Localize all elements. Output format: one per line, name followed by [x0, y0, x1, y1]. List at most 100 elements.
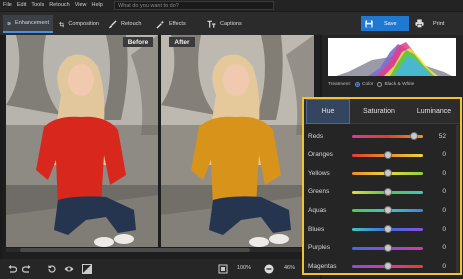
- bottom-bar: 100% 46%: [0, 259, 320, 279]
- menu-edit[interactable]: Edit: [17, 0, 26, 11]
- menu-file[interactable]: File: [3, 0, 12, 11]
- hsl-slider-knob[interactable]: [383, 150, 392, 159]
- rotate-button[interactable]: [47, 264, 57, 274]
- hsl-row-yellows: Yellows 0: [308, 168, 458, 178]
- hsl-row-magentas: Magentas 0: [308, 261, 458, 271]
- eye-icon: [64, 266, 74, 272]
- hsl-row-value: 52: [438, 132, 446, 140]
- hsl-row-value: 0: [442, 262, 446, 270]
- fit-screen-icon: [218, 264, 228, 274]
- brush-icon: [108, 19, 117, 28]
- hsl-slider-knob[interactable]: [383, 225, 392, 233]
- minus-circle-icon: [264, 264, 274, 274]
- fit-to-screen-button[interactable]: [218, 264, 228, 274]
- scale-value: 46%: [284, 265, 296, 271]
- rotate-icon: [48, 265, 56, 273]
- menu-help[interactable]: Help: [92, 0, 103, 11]
- hsl-row-value: 0: [442, 188, 446, 196]
- menu-bar: File Edit Tools Retouch View Help: [0, 0, 463, 11]
- after-photo[interactable]: After: [161, 35, 314, 247]
- text-icon: [207, 20, 216, 28]
- hsl-slider-knob[interactable]: [383, 262, 392, 271]
- horizontal-scrollbar[interactable]: [6, 248, 314, 252]
- menu-retouch[interactable]: Retouch: [49, 0, 70, 11]
- histogram: [328, 38, 456, 76]
- hsl-row-label: Reds: [308, 132, 324, 140]
- save-button[interactable]: Save: [361, 16, 409, 31]
- black-white-label: Black & White: [384, 82, 415, 87]
- scrollbar-thumb[interactable]: [20, 248, 250, 252]
- zoom-out-button[interactable]: [264, 264, 274, 274]
- hsl-row-label: Yellows: [308, 169, 330, 177]
- hsl-row-blues: Blues 0: [308, 224, 458, 234]
- hsl-row-label: Purples: [308, 244, 331, 252]
- tab-retouch[interactable]: Retouch: [104, 15, 150, 33]
- hsl-row-label: Greens: [308, 188, 330, 196]
- hsl-row-label: Aquas: [308, 206, 327, 214]
- compare-button[interactable]: [82, 264, 92, 274]
- search-box: [114, 1, 274, 10]
- hsl-row-purples: Purples 0: [308, 243, 458, 253]
- save-label: Save: [384, 20, 397, 27]
- photo-viewer: Before After: [3, 35, 320, 259]
- preview-button[interactable]: [64, 264, 74, 274]
- tab-composition-label: Composition: [68, 21, 99, 27]
- tab-captions-label: Captions: [220, 21, 242, 27]
- hsl-row-label: Magentas: [308, 262, 337, 270]
- tab-composition[interactable]: Composition: [55, 15, 103, 33]
- tab-effects-label: Effects: [169, 21, 186, 27]
- hsl-slider-knob[interactable]: [383, 206, 392, 215]
- undo-button[interactable]: [7, 264, 18, 274]
- hsl-slider-knob[interactable]: [410, 132, 419, 140]
- search-input[interactable]: [118, 2, 273, 9]
- compare-icon: [82, 264, 92, 274]
- hsl-panel: Hue Saturation Luminance Reds 52 Oranges 0 Y…: [302, 97, 462, 275]
- histogram-graph: [328, 38, 456, 76]
- hsl-slider-knob[interactable]: [383, 169, 392, 178]
- treatment-label: Treatment:: [328, 82, 352, 87]
- undo-icon: [8, 265, 18, 273]
- sliders-icon: [7, 21, 11, 25]
- hsl-scrollbar[interactable]: [456, 125, 459, 273]
- hsl-tabs: Hue Saturation Luminance: [304, 99, 460, 124]
- tab-effects[interactable]: Effects: [152, 15, 196, 33]
- before-photo[interactable]: Before: [6, 35, 158, 247]
- tab-enhancement[interactable]: Enhancement: [3, 15, 53, 33]
- print-label: Print: [433, 20, 445, 27]
- before-image: [6, 35, 158, 247]
- print-button[interactable]: Print: [411, 16, 461, 31]
- tab-luminance[interactable]: Luminance: [408, 99, 460, 124]
- hsl-row-value: 0: [442, 169, 446, 177]
- hsl-slider-knob[interactable]: [383, 187, 392, 196]
- hsl-row-reds: Reds 52: [308, 131, 458, 141]
- hsl-row-label: Oranges: [308, 151, 333, 159]
- tab-retouch-label: Retouch: [121, 21, 142, 27]
- printer-icon: [415, 19, 424, 28]
- tab-captions[interactable]: Captions: [203, 15, 251, 33]
- after-image: [161, 35, 314, 247]
- color-label: Color: [362, 82, 374, 87]
- before-badge: Before: [123, 37, 153, 47]
- tab-hue[interactable]: Hue: [306, 99, 350, 124]
- menu-tools[interactable]: Tools: [31, 0, 44, 11]
- crop-icon: [59, 21, 65, 27]
- hsl-row-value: 0: [442, 206, 446, 214]
- magic-wand-icon: [156, 19, 165, 29]
- zoom-level: 100%: [237, 265, 252, 271]
- redo-icon: [21, 265, 31, 273]
- black-white-radio[interactable]: [377, 82, 383, 87]
- hsl-row-oranges: Oranges 0: [308, 150, 458, 160]
- redo-button[interactable]: [21, 264, 32, 274]
- color-radio[interactable]: [355, 82, 361, 87]
- menu-view[interactable]: View: [75, 0, 87, 11]
- tab-saturation[interactable]: Saturation: [350, 99, 408, 124]
- floppy-disk-icon: [365, 19, 373, 28]
- hsl-slider-knob[interactable]: [383, 243, 392, 252]
- hsl-row-label: Blues: [308, 225, 325, 233]
- treatment-selector: Treatment: Color Black & White: [328, 82, 414, 87]
- hsl-row-value: 0: [442, 244, 446, 252]
- after-badge: After: [169, 37, 195, 47]
- hsl-row-value: 0: [442, 151, 446, 159]
- hsl-row-value: 0: [442, 225, 446, 233]
- hsl-row-aquas: Aquas 0: [308, 205, 458, 215]
